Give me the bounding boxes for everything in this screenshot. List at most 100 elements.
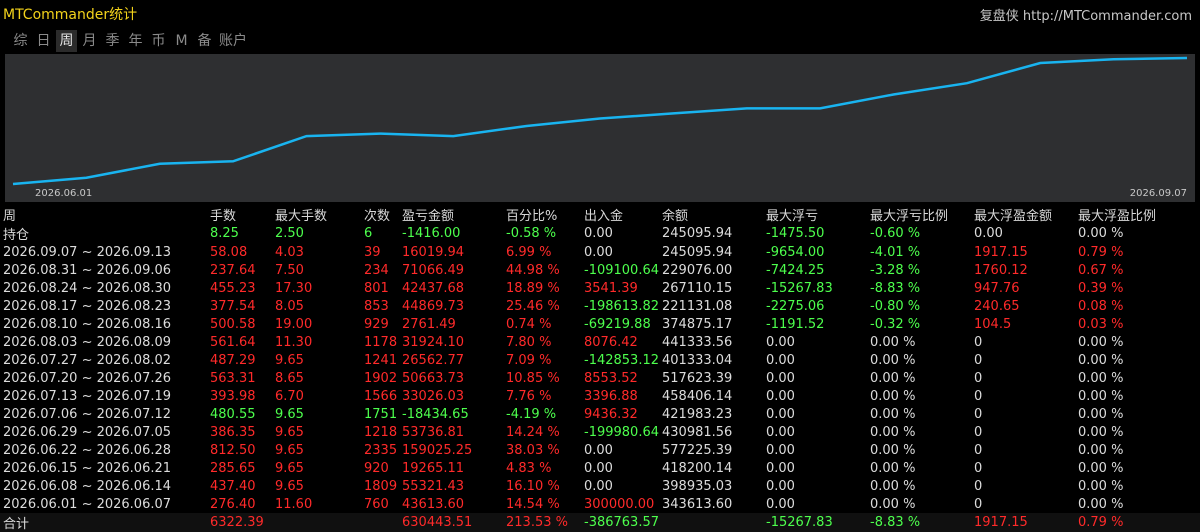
table-row[interactable]: 2026.06.15 ~ 2026.06.21 285.65 9.65 920 1926… [0,459,1200,477]
table-cell: 1566 [364,388,398,404]
table-cell: 237.64 [210,262,256,278]
table-cell: 386.35 [210,424,256,440]
column-header[interactable]: 手数 [207,205,272,224]
table-cell: 0.79 % [1075,513,1200,532]
table-cell: 16.10 % [506,478,560,494]
table-cell: 229076.00 [662,262,733,278]
table-cell: 0.00 [766,334,795,350]
website-link[interactable]: 复盘侠 http://MTCommander.com [980,5,1192,24]
table-row[interactable]: 2026.08.31 ~ 2026.09.06 237.64 7.50 234 7106… [0,261,1200,279]
app-title: MTCommander统计 [3,7,138,23]
table-cell: 58.08 [210,244,248,260]
table-cell: 1809 [364,478,398,494]
table-cell: 0.00 % [1078,460,1124,476]
table-cell: 8076.42 [584,334,638,350]
column-header[interactable]: 最大浮盈比例 [1075,205,1200,224]
table-cell: 19265.11 [402,460,465,476]
column-header[interactable]: 周 [0,205,207,224]
column-header[interactable]: 余额 [659,205,763,224]
tab-8[interactable]: 备 [194,30,215,52]
table-cell: 2026.08.10 ~ 2026.08.16 [3,316,172,332]
table-cell: -0.32 % [870,316,921,332]
table-row[interactable]: 2026.08.17 ~ 2026.08.23 377.54 8.05 853 4486… [0,297,1200,315]
table-cell: 2026.06.01 ~ 2026.06.07 [3,496,172,512]
column-header[interactable]: 盈亏金额 [399,205,503,224]
table-cell: 6.99 % [506,244,552,260]
column-header[interactable]: 最大浮盈金额 [971,205,1075,224]
table-cell: 26562.77 [402,352,465,368]
table-cell: 2026.07.13 ~ 2026.07.19 [3,388,172,404]
table-cell: -7424.25 [766,262,825,278]
table-row[interactable]: 2026.07.13 ~ 2026.07.19 393.98 6.70 1566 330… [0,387,1200,405]
table-cell: 7.76 % [506,388,552,404]
table-row[interactable]: 2026.08.10 ~ 2026.08.16 500.58 19.00 929 276… [0,315,1200,333]
table-cell: 0.00 % [1078,388,1124,404]
table-row[interactable]: 2026.09.07 ~ 2026.09.13 58.08 4.03 39 16019.… [0,243,1200,261]
column-header[interactable]: 出入金 [581,205,659,224]
table-row[interactable]: 2026.07.20 ~ 2026.07.26 563.31 8.65 1902 506… [0,369,1200,387]
tab-3[interactable]: 月 [79,30,100,52]
column-header[interactable]: 次数 [361,205,399,224]
table-row[interactable]: 2026.06.29 ~ 2026.07.05 386.35 9.65 1218 537… [0,423,1200,441]
tab-6[interactable]: 币 [148,30,169,52]
table-cell: 0.67 % [1078,262,1124,278]
tab-4[interactable]: 季 [102,30,123,52]
table-cell: 0.00 [766,496,795,512]
tab-9[interactable]: 账户 [217,30,249,52]
table-cell: 9.65 [275,352,304,368]
balance-series-line [12,56,1188,186]
table-row[interactable]: 2026.06.01 ~ 2026.06.07 276.40 11.60 760 436… [0,495,1200,513]
tab-1[interactable]: 日 [33,30,54,52]
table-cell: 0.00 % [870,478,916,494]
table-cell: -1416.00 [402,226,461,241]
table-row[interactable]: 2026.06.08 ~ 2026.06.14 437.40 9.65 1809 553… [0,477,1200,495]
table-cell: 1218 [364,424,398,440]
table-cell: 0.00 % [870,496,916,512]
table-cell: 1917.15 [974,244,1028,260]
table-row[interactable]: 2026.06.22 ~ 2026.06.28 812.50 9.65 2335 159… [0,441,1200,459]
total-row[interactable]: 合计 6322.39 630443.51 213.53 % -386763.57 -152… [0,513,1200,532]
table-cell: 2026.06.08 ~ 2026.06.14 [3,478,172,494]
table-cell: 0.00 % [870,352,916,368]
table-cell: 0 [974,442,983,458]
tab-7[interactable]: M [171,30,192,52]
table-cell: 8.05 [275,298,304,314]
table-cell: 0.00 % [1078,496,1124,512]
table-cell: 487.29 [210,352,256,368]
table-cell: 0.00 % [870,406,916,422]
table-cell: 7.50 [275,262,304,278]
table-cell: 9.65 [275,406,304,422]
tab-5[interactable]: 年 [125,30,146,52]
table-cell: 0.74 % [506,316,552,332]
column-header[interactable]: 最大浮亏比例 [867,205,971,224]
column-header[interactable]: 最大浮亏 [763,205,867,224]
table-cell: 0.00 [766,352,795,368]
table-cell: 0.00 % [870,388,916,404]
tab-0[interactable]: 综 [10,30,31,52]
column-header[interactable]: 百分比% [503,205,581,224]
table-cell: 0 [974,370,983,386]
table-cell: 1760.12 [974,262,1028,278]
tab-2[interactable]: 周 [56,30,77,52]
table-row[interactable]: 2026.08.24 ~ 2026.08.30 455.23 17.30 801 424… [0,279,1200,297]
table-row[interactable]: 2026.07.27 ~ 2026.08.02 487.29 9.65 1241 265… [0,351,1200,369]
table-cell: 25.46 % [506,298,560,314]
table-cell: 267110.15 [662,280,733,296]
table-cell: 343613.60 [662,496,733,512]
table-cell: 0.00 % [1078,370,1124,386]
table-row[interactable]: 持仓 8.25 2.50 6 -1416.00 -0.58 % 0.00 245095.94 -… [0,224,1200,243]
table-cell: 221131.08 [662,298,733,314]
table-row[interactable]: 2026.07.06 ~ 2026.07.12 480.55 9.65 1751 -18… [0,405,1200,423]
table-cell: 276.40 [210,496,256,512]
table-cell: 53736.81 [402,424,465,440]
table-cell: 14.54 % [506,496,560,512]
table-cell: 0.79 % [1078,244,1124,260]
table-cell: 2026.07.27 ~ 2026.08.02 [3,352,172,368]
table-cell: -4.01 % [870,244,921,260]
column-header[interactable]: 最大手数 [272,205,361,224]
table-cell: 3396.88 [584,388,638,404]
table-cell: 1751 [364,406,398,422]
table-cell: 812.50 [210,442,256,458]
table-row[interactable]: 2026.08.03 ~ 2026.08.09 561.64 11.30 1178 31… [0,333,1200,351]
table-cell: 8.25 [210,226,239,241]
